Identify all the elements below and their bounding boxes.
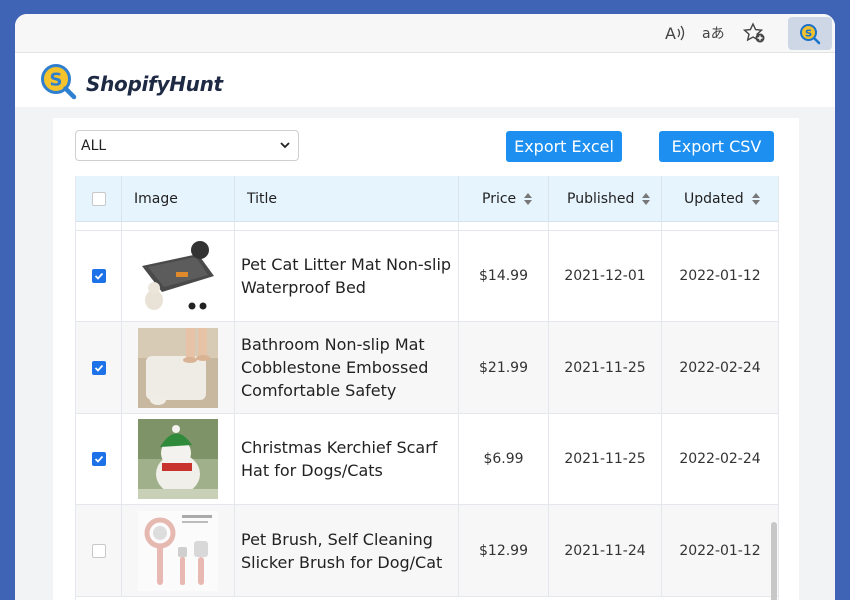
brand-name: ShopifyHunt <box>86 72 223 96</box>
export-excel-button[interactable]: Export Excel <box>506 131 622 162</box>
brand: S ShopifyHunt <box>40 63 223 105</box>
row-price: $14.99 <box>479 268 528 284</box>
export-csv-button[interactable]: Export CSV <box>659 131 774 162</box>
header-price[interactable]: Price <box>459 176 549 221</box>
header-price-label: Price <box>482 190 517 207</box>
select-all-checkbox[interactable] <box>91 191 106 206</box>
row-checkbox[interactable] <box>91 543 106 558</box>
product-image-pet-brush <box>138 510 218 591</box>
header-title: Title <box>235 176 459 221</box>
row-updated: 2022-02-24 <box>679 359 761 376</box>
shopifyhunt-extension-icon[interactable]: S <box>788 17 832 50</box>
table-row[interactable]: Christmas Kerchief Scarf Hat for Dogs/Cat… <box>76 414 778 505</box>
table-scrollbar[interactable] <box>770 236 778 600</box>
svg-text:A: A <box>665 24 676 43</box>
row-published: 2021-11-25 <box>564 359 646 376</box>
row-title: Pet Brush, Self Cleaning Slicker Brush fo… <box>241 529 443 572</box>
table-header: Image Title Price Published Updated <box>76 176 778 222</box>
sort-published-icon[interactable] <box>642 192 651 205</box>
product-image-bath-mat <box>138 327 218 408</box>
chevron-down-icon <box>278 138 292 156</box>
header-published-label: Published <box>567 190 635 207</box>
product-image-christmas-scarf <box>138 419 218 499</box>
row-checkbox[interactable] <box>91 452 106 466</box>
row-price: $6.99 <box>483 451 524 467</box>
svg-text:S: S <box>50 70 63 91</box>
row-title: Pet Cat Litter Mat Non-slip Waterproof Be… <box>241 255 452 297</box>
filter-select[interactable]: ALL <box>75 130 299 161</box>
read-aloud-icon[interactable]: A <box>662 20 688 46</box>
shopifyhunt-logo-icon: S <box>40 63 78 105</box>
scrollbar-thumb[interactable] <box>771 522 777 600</box>
header-image: Image <box>122 176 235 221</box>
row-published: 2021-12-01 <box>564 268 646 284</box>
row-price: $12.99 <box>479 542 528 559</box>
row-checkbox[interactable] <box>91 360 106 375</box>
row-title: Christmas Kerchief Scarf Hat for Dogs/Cat… <box>241 438 438 480</box>
browser-window: A aあ S S ShopifyHunt ALL Export Excel Ex… <box>15 14 835 600</box>
filter-select-value: ALL <box>81 137 107 154</box>
header-title-label: Title <box>247 190 278 207</box>
sort-updated-icon[interactable] <box>751 192 760 205</box>
header-select-all <box>76 176 122 221</box>
row-updated: 2022-02-24 <box>679 451 761 467</box>
table-row[interactable]: Pet Brush, Self Cleaning Slicker Brush fo… <box>76 505 778 597</box>
popup-header: S ShopifyHunt <box>15 53 835 107</box>
row-title: Bathroom Non-slip Mat Cobblestone Embosse… <box>241 335 429 400</box>
header-published[interactable]: Published <box>549 176 662 221</box>
header-updated-label: Updated <box>684 190 744 207</box>
header-image-label: Image <box>134 190 178 207</box>
row-updated: 2022-01-12 <box>679 268 761 284</box>
table-row[interactable]: Bathroom Non-slip Mat Cobblestone Embosse… <box>76 322 778 414</box>
svg-text:aあ: aあ <box>702 26 725 42</box>
product-table: Image Title Price Published Updated Rand… <box>75 176 779 600</box>
add-favorite-icon[interactable] <box>742 20 768 46</box>
row-published: 2021-11-25 <box>564 451 646 467</box>
translate-icon[interactable]: aあ <box>701 20 727 46</box>
product-image-litter-mat <box>138 236 218 316</box>
row-updated: 2022-01-12 <box>679 542 761 559</box>
svg-text:S: S <box>805 28 812 39</box>
header-updated[interactable]: Updated <box>662 176 778 221</box>
sort-price-icon[interactable] <box>524 192 533 205</box>
product-panel: ALL Export Excel Export CSV Image Title … <box>53 118 799 600</box>
row-price: $21.99 <box>479 359 528 376</box>
table-row[interactable]: Pet Cat Litter Mat Non-slip Waterproof Be… <box>76 231 778 322</box>
browser-toolbar: A aあ S <box>15 14 835 53</box>
row-published: 2021-11-24 <box>564 542 646 559</box>
row-checkbox[interactable] <box>91 269 106 283</box>
